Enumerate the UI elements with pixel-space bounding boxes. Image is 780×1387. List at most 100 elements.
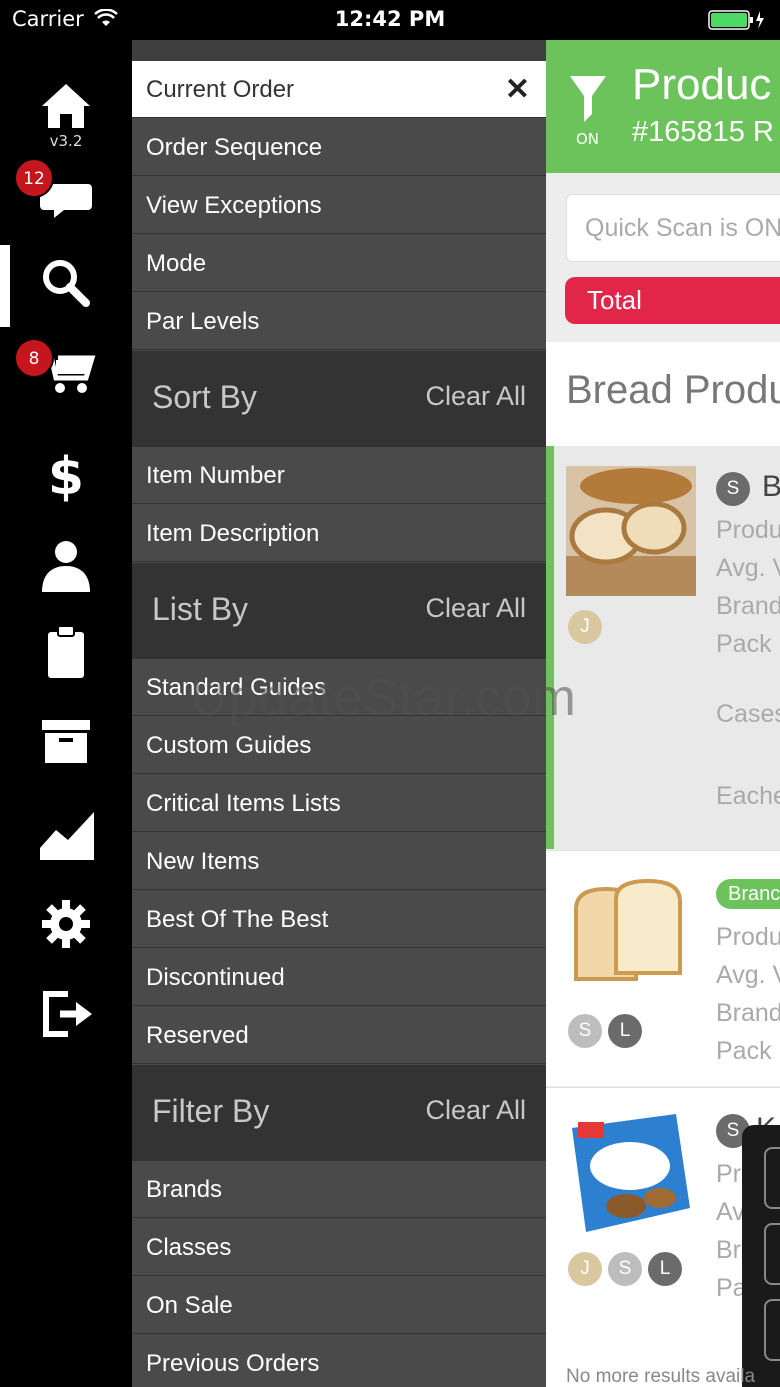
rail-reports[interactable] [0, 796, 132, 876]
menu-item-current-order[interactable]: Current Order ✕ [132, 61, 546, 118]
menu-item-reserved[interactable]: Reserved [132, 1007, 546, 1064]
section-title: List By [152, 591, 249, 627]
menu-item-new-items[interactable]: New Items [132, 833, 546, 890]
menu-item-label: Par Levels [146, 308, 260, 335]
product-meta: Cases [716, 700, 780, 728]
clipboard-icon [48, 625, 84, 678]
total-button[interactable]: Total [565, 277, 780, 324]
product-meta: Produ [716, 923, 780, 951]
tag-badge: L [648, 1252, 682, 1286]
menu-item-item-description[interactable]: Item Description [132, 505, 546, 562]
product-card[interactable]: Branc Produ Avg. V Brand Pack S L [546, 850, 780, 1086]
quantity-side-panel[interactable] [742, 1125, 780, 1387]
page-title: Produc [632, 60, 772, 109]
supplier-badge: S [716, 472, 750, 506]
list-by-header: List By Clear All [132, 563, 546, 659]
side-panel-slot[interactable] [764, 1223, 780, 1285]
product-meta: Brand [716, 999, 780, 1027]
product-meta: Produ [716, 516, 780, 544]
search-icon [43, 260, 90, 307]
brand-tag: Branc [716, 879, 780, 909]
filter-by-header: Filter By Clear All [132, 1065, 546, 1161]
rail-pricing[interactable]: $ [0, 434, 132, 514]
sort-by-header: Sort By Clear All [132, 351, 546, 447]
menu-item-label: Best Of The Best [146, 906, 329, 933]
chart-icon [40, 812, 94, 860]
rail-settings[interactable] [0, 886, 132, 966]
product-image-snack-box [566, 1108, 696, 1238]
side-panel-slot[interactable] [764, 1147, 780, 1209]
menu-item-label: Critical Items Lists [146, 790, 341, 817]
menu-item-label: View Exceptions [146, 192, 322, 219]
category-title: Bread Produ [566, 368, 780, 412]
rail-search[interactable] [0, 245, 132, 325]
menu-item-label: Order Sequence [146, 134, 323, 161]
filter-clear-all-button[interactable]: Clear All [425, 1095, 526, 1126]
product-meta: Pack [716, 1037, 772, 1065]
filter-state: ON [576, 130, 600, 148]
menu-item-label: Reserved [146, 1022, 249, 1049]
drawer-top-strip [132, 40, 546, 61]
product-meta: Pack [716, 630, 772, 658]
menu-item-label: Current Order [146, 76, 295, 103]
category-header: Bread Produ [546, 342, 780, 446]
sort-clear-all-button[interactable]: Clear All [425, 381, 526, 412]
menu-item-classes[interactable]: Classes [132, 1219, 546, 1276]
tag-badge: L [608, 1014, 642, 1048]
app-version: v3.2 [49, 132, 83, 150]
rail-logout[interactable] [0, 976, 132, 1056]
rail-home[interactable]: v3.2 [0, 70, 132, 150]
menu-item-discontinued[interactable]: Discontinued [132, 949, 546, 1006]
archive-icon [42, 720, 90, 763]
rail-orders[interactable] [0, 612, 132, 692]
product-image-bread-loaf [566, 466, 696, 596]
menu-item-critical-items-lists[interactable]: Critical Items Lists [132, 775, 546, 832]
rail-account[interactable] [0, 524, 132, 604]
tag-badge: J [568, 610, 602, 644]
user-icon [42, 541, 90, 592]
menu-item-par-levels[interactable]: Par Levels [132, 293, 546, 350]
watermark: UpdateStar.com [190, 669, 577, 727]
rail-messages[interactable]: 12 [0, 158, 132, 238]
menu-item-view-exceptions[interactable]: View Exceptions [132, 177, 546, 234]
filter-icon[interactable] [568, 74, 608, 130]
product-meta: Eache [716, 782, 780, 810]
list-clear-all-button[interactable]: Clear All [425, 593, 526, 624]
brand-tag-label: Branc [728, 883, 780, 905]
rail-cart[interactable]: 8 [0, 334, 132, 414]
menu-item-best-of-the-best[interactable]: Best Of The Best [132, 891, 546, 948]
menu-item-label: Previous Orders [146, 1350, 320, 1377]
menu-item-on-sale[interactable]: On Sale [132, 1277, 546, 1334]
menu-item-brands[interactable]: Brands [132, 1161, 546, 1218]
gear-icon [42, 900, 90, 948]
menu-item-mode[interactable]: Mode [132, 235, 546, 292]
product-meta: Avg. V [716, 554, 780, 582]
tag-badge: S [608, 1252, 642, 1286]
side-panel-slot[interactable] [764, 1299, 780, 1361]
menu-item-item-number[interactable]: Item Number [132, 447, 546, 504]
cart-badge: 8 [14, 338, 54, 378]
section-title: Sort By [152, 379, 257, 415]
menu-item-label: Item Description [146, 520, 320, 547]
product-image-sliced-bread [566, 869, 696, 999]
product-name: B [762, 470, 780, 503]
rail-archive[interactable] [0, 704, 132, 784]
menu-item-label: New Items [146, 848, 260, 875]
messages-badge: 12 [14, 158, 54, 198]
menu-item-order-sequence[interactable]: Order Sequence [132, 119, 546, 176]
menu-item-previous-orders[interactable]: Previous Orders [132, 1335, 546, 1387]
quick-scan-input[interactable] [567, 195, 780, 261]
section-title: Filter By [152, 1093, 270, 1129]
close-icon[interactable]: ✕ [505, 61, 530, 118]
menu-item-label: Brands [146, 1176, 223, 1203]
nav-rail: v3.2 12 8 $ [0, 40, 132, 1387]
end-of-results: No more results availa [566, 1366, 756, 1387]
product-meta: Brand [716, 592, 780, 620]
product-card[interactable]: S B Produ Avg. V Brand Pack Cases Eache … [546, 446, 780, 849]
battery-icon [708, 9, 766, 31]
product-meta: Avg. V [716, 961, 780, 989]
quick-scan-field[interactable] [566, 194, 780, 262]
home-icon [42, 84, 90, 128]
menu-item-label: Custom Guides [146, 732, 312, 759]
tag-badge: J [568, 1252, 602, 1286]
